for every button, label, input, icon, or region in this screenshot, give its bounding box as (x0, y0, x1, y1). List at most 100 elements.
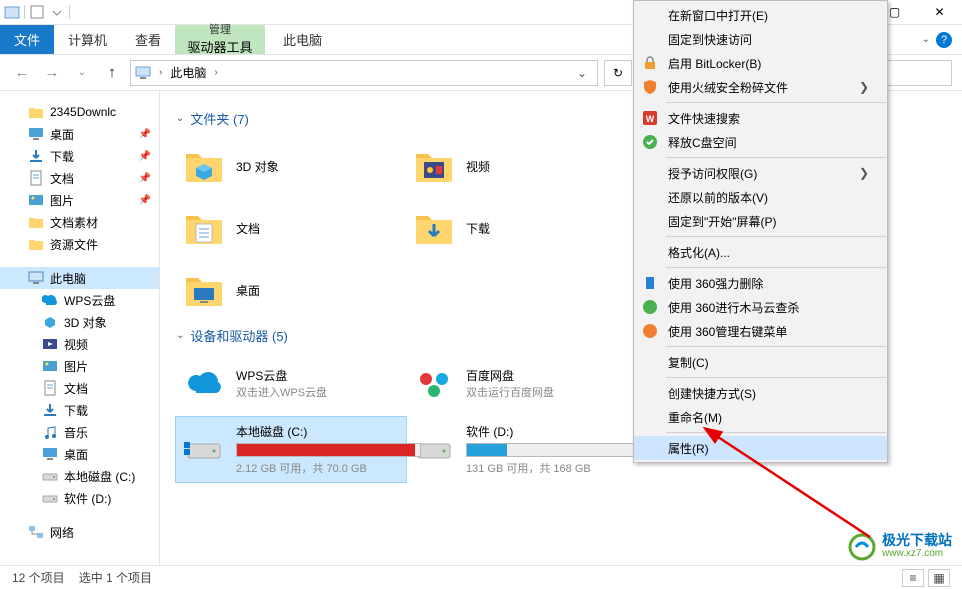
address-box[interactable]: › 此电脑 › ⌄ (130, 60, 598, 86)
menu-item[interactable]: 启用 BitLocker(B) (634, 51, 887, 75)
ribbon-view[interactable]: 查看 (121, 25, 175, 54)
drive-tile[interactable]: 百度网盘双击运行百度网盘 (406, 355, 636, 411)
sidebar-item-label: 文档 (50, 170, 74, 187)
pin-icon: 📌 (139, 151, 151, 162)
sidebar-item-label: 资源文件 (50, 236, 98, 253)
menu-item-label: 复制(C) (668, 354, 709, 371)
drive-usage-bar (466, 443, 651, 457)
drive-sub: 131 GB 可用，共 168 GB (466, 460, 651, 476)
sidebar-item[interactable]: 下载 (0, 399, 159, 421)
sidebar-this-pc[interactable]: 此电脑 (0, 267, 159, 289)
menu-item[interactable]: 授予访问权限(G)❯ (634, 161, 887, 185)
help-icon[interactable]: ? (936, 32, 952, 48)
sidebar-item[interactable]: 桌面 (0, 443, 159, 465)
drive-tile[interactable]: 软件 (D:)131 GB 可用，共 168 GB (406, 417, 636, 482)
drive-tile[interactable]: 本地磁盘 (C:)2.12 GB 可用，共 70.0 GB (176, 417, 406, 482)
menu-item-label: 启用 BitLocker(B) (668, 55, 761, 72)
watermark-url: www.xz7.com (882, 547, 952, 561)
view-details-btn[interactable]: ≡ (902, 569, 924, 587)
sidebar-item-label: 文档素材 (50, 214, 98, 231)
sidebar-network[interactable]: 网络 (0, 521, 159, 543)
drive-sub: 双击进入WPS云盘 (236, 384, 400, 400)
folder-tile[interactable]: 桌面 (176, 262, 406, 318)
sidebar-item[interactable]: WPS云盘 (0, 289, 159, 311)
menu-item[interactable]: 使用 360强力删除 (634, 271, 887, 295)
drive-sub: 2.12 GB 可用，共 70.0 GB (236, 460, 421, 476)
menu-item[interactable]: 使用 360进行木马云查杀 (634, 295, 887, 319)
ribbon-file[interactable]: 文件 (0, 25, 54, 54)
menu-item[interactable]: 属性(R) (634, 436, 887, 460)
address-segment[interactable]: 此电脑 (170, 64, 206, 81)
sidebar-item[interactable]: 视频 (0, 333, 159, 355)
menu-item[interactable]: 复制(C) (634, 350, 887, 374)
menu-item-label: 释放C盘空间 (668, 134, 737, 151)
huorong-icon (642, 79, 658, 95)
ribbon-location-title: 此电脑 (265, 25, 340, 54)
menu-item[interactable]: 使用 360管理右键菜单 (634, 319, 887, 343)
sidebar-item[interactable]: 音乐 (0, 421, 159, 443)
sidebar-item[interactable]: 图片📌 (0, 189, 159, 211)
menu-item[interactable]: 创建快捷方式(S) (634, 381, 887, 405)
folder-tile[interactable]: 3D 对象 (176, 138, 406, 194)
chevron-right-icon[interactable]: › (212, 67, 219, 78)
sidebar-item[interactable]: 桌面📌 (0, 123, 159, 145)
sidebar-item[interactable]: 资源文件 (0, 233, 159, 255)
sidebar-item[interactable]: 本地磁盘 (C:) (0, 465, 159, 487)
ribbon-collapse[interactable]: ⌄ (922, 34, 930, 45)
drive-sub: 双击运行百度网盘 (466, 384, 630, 400)
menu-item[interactable]: 还原以前的版本(V) (634, 185, 887, 209)
sidebar-item-label: 文档 (64, 380, 88, 397)
close-btn[interactable]: ✕ (917, 0, 962, 25)
folder-tile[interactable]: 视频 (406, 138, 636, 194)
menu-item-label: 使用 360管理右键菜单 (668, 323, 787, 340)
drive-usage-bar (236, 443, 421, 457)
cleanup-icon (642, 134, 658, 150)
sidebar-item-label: 网络 (50, 524, 74, 541)
menu-item[interactable]: 格式化(A)... (634, 240, 887, 264)
menu-item[interactable]: W文件快速搜索 (634, 106, 887, 130)
sidebar-item-label: 桌面 (50, 126, 74, 143)
refresh-btn[interactable]: ↻ (604, 60, 632, 86)
nav-recent[interactable]: ⌄ (70, 61, 94, 85)
sidebar-item-label: 图片 (50, 192, 74, 209)
sidebar-item-label: 桌面 (64, 446, 88, 463)
nav-up[interactable]: ↑ (100, 61, 124, 85)
sidebar-item[interactable]: 文档 (0, 377, 159, 399)
folder-tile[interactable]: 下载 (406, 200, 636, 256)
sidebar-item[interactable]: 文档素材 (0, 211, 159, 233)
menu-separator (666, 377, 886, 378)
menu-item[interactable]: 在新窗口中打开(E) (634, 3, 887, 27)
drive-label: WPS云盘 (236, 367, 400, 384)
menu-item[interactable]: 释放C盘空间 (634, 130, 887, 154)
menu-item[interactable]: 重命名(M) (634, 405, 887, 429)
sidebar-item-label: 本地磁盘 (C:) (64, 468, 135, 485)
qat-btn1[interactable] (29, 4, 45, 20)
view-icons-btn[interactable]: ▦ (928, 569, 950, 587)
folder-label: 文档 (236, 220, 260, 237)
qat-btn2[interactable] (49, 4, 65, 20)
ribbon-contextual[interactable]: 管理 驱动器工具 (175, 25, 265, 54)
drive-tile[interactable]: WPS云盘双击进入WPS云盘 (176, 355, 406, 411)
sidebar-item[interactable]: 软件 (D:) (0, 487, 159, 509)
sidebar-item[interactable]: 图片 (0, 355, 159, 377)
menu-separator (666, 346, 886, 347)
sidebar-item[interactable]: 3D 对象 (0, 311, 159, 333)
menu-item-label: 固定到"开始"屏幕(P) (668, 213, 777, 230)
sidebar-item-label: 软件 (D:) (64, 490, 111, 507)
ribbon-computer[interactable]: 计算机 (54, 25, 121, 54)
sidebar-item-label: 此电脑 (50, 270, 86, 287)
sidebar-item[interactable]: 下载📌 (0, 145, 159, 167)
watermark: 极光下载站 www.xz7.com (848, 533, 952, 561)
folder-tile[interactable]: 文档 (176, 200, 406, 256)
menu-item[interactable]: 使用火绒安全粉碎文件❯ (634, 75, 887, 99)
nav-back[interactable]: ← (10, 61, 34, 85)
pin-icon: 📌 (139, 173, 151, 184)
chevron-down-icon: ⌄ (176, 330, 184, 341)
pc-icon (28, 270, 44, 286)
sidebar-item[interactable]: 2345Downlc (0, 101, 159, 123)
folder-label: 桌面 (236, 282, 260, 299)
menu-item[interactable]: 固定到"开始"屏幕(P) (634, 209, 887, 233)
menu-item[interactable]: 固定到快速访问 (634, 27, 887, 51)
sidebar-item[interactable]: 文档 📌 (0, 167, 159, 189)
address-dropdown[interactable]: ⌄ (571, 66, 593, 80)
